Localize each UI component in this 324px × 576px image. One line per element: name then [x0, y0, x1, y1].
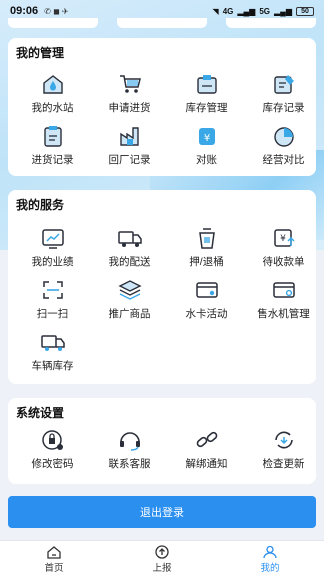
services-item-label: 待收款单 [262, 256, 305, 268]
services-item-label: 扫一扫 [36, 308, 69, 320]
management-item-label: 经营对比 [262, 154, 305, 166]
services-item-pending-payment[interactable]: ¥ 待收款单 [245, 226, 322, 272]
management-card: 我的管理 我的水站 申请进货 库存管理 库存记录 进货记录 回厂记录 ¥ 对账 … [8, 38, 316, 176]
management-item-label: 库存记录 [262, 102, 305, 114]
wifi-icon: ◥ [212, 6, 219, 16]
management-item-label: 库存管理 [185, 102, 228, 114]
settings-item-label: 联系客服 [108, 458, 151, 470]
settings-title: 系统设置 [16, 406, 65, 420]
performance-chart-icon [41, 229, 64, 249]
services-item-delivery[interactable]: 我的配送 [91, 226, 168, 272]
tab-report-label: 上报 [152, 563, 172, 574]
tab-report[interactable]: 上报 [108, 541, 216, 576]
bucket-deposit-icon [198, 228, 215, 249]
settings-item-label: 修改密码 [31, 458, 74, 470]
bottom-tab-bar: 首页 上报 我的 [0, 540, 324, 576]
management-item-label: 对账 [196, 154, 217, 166]
card-stub-right [226, 18, 316, 28]
services-item-bucket[interactable]: 押/退桶 [168, 226, 245, 272]
services-item-performance[interactable]: 我的业绩 [14, 226, 91, 272]
services-card: 我的服务 我的业绩 我的配送 押/退桶 ¥ 待收款单 扫一扫 推广商品 水卡活动… [8, 190, 316, 384]
services-item-label: 推广商品 [108, 308, 151, 320]
settings-card: 系统设置 修改密码 联系客服 解绑通知 检查更新 [8, 398, 316, 484]
settings-item-label: 检查更新 [262, 458, 305, 470]
management-item-business-compare[interactable]: 经营对比 [245, 124, 322, 170]
purchase-record-icon [43, 126, 62, 147]
vehicle-stock-icon [40, 335, 65, 351]
refresh-icon [274, 431, 293, 449]
unlink-icon [196, 431, 217, 448]
factory-return-icon [119, 127, 139, 146]
inventory-record-icon [273, 75, 294, 94]
battery-icon: 50 [296, 6, 314, 16]
user-icon [263, 545, 277, 559]
tab-home[interactable]: 首页 [0, 541, 108, 576]
management-item-inventory-record[interactable]: 库存记录 [245, 72, 322, 118]
services-item-promote[interactable]: 推广商品 [91, 278, 168, 324]
pending-payment-icon: ¥ [273, 229, 295, 247]
management-item-purchase-record[interactable]: 进货记录 [14, 124, 91, 170]
settings-item-check-update[interactable]: 检查更新 [245, 428, 322, 474]
status-time: 09:06 [10, 5, 39, 17]
services-item-label: 车辆库存 [31, 360, 74, 372]
services-item-label: 押/退桶 [189, 256, 224, 268]
notification-icons: ✆ ◼ ✈ [44, 6, 69, 16]
services-item-water-card[interactable]: 水卡活动 [168, 278, 245, 324]
signal-icon: ▂▄▆ [237, 6, 256, 16]
settings-item-change-password[interactable]: 修改密码 [14, 428, 91, 474]
services-item-label: 水卡活动 [185, 308, 228, 320]
services-item-label: 我的业绩 [31, 256, 74, 268]
services-item-label: 我的配送 [108, 256, 151, 268]
upload-icon [155, 545, 169, 559]
shopping-cart-icon [119, 75, 141, 93]
services-title: 我的服务 [16, 198, 65, 212]
scan-icon [42, 281, 63, 299]
water-card-icon [195, 282, 218, 298]
management-item-water-station[interactable]: 我的水站 [14, 72, 91, 118]
inventory-box-icon [196, 75, 217, 94]
card-stub-left [8, 18, 98, 28]
tab-mine[interactable]: 我的 [216, 541, 324, 576]
reconcile-icon: ¥ [198, 128, 215, 145]
management-item-label: 申请进货 [108, 102, 151, 114]
water-station-icon [42, 75, 63, 94]
logout-button[interactable]: 退出登录 [8, 496, 316, 528]
management-item-reconcile[interactable]: ¥ 对账 [168, 124, 245, 170]
services-item-scan[interactable]: 扫一扫 [14, 278, 91, 324]
services-item-vehicle-stock[interactable]: 车辆库存 [14, 330, 91, 376]
settings-item-label: 解绑通知 [185, 458, 228, 470]
management-item-factory-return[interactable]: 回厂记录 [91, 124, 168, 170]
network-label-2: 5G [259, 6, 271, 16]
delivery-truck-icon [117, 231, 142, 247]
lock-gear-icon [41, 430, 63, 450]
svg-text:¥: ¥ [280, 234, 286, 244]
home-icon [47, 546, 61, 559]
services-item-label: 售水机管理 [257, 308, 310, 320]
card-stub-mid [117, 18, 207, 28]
promote-stack-icon [117, 280, 142, 300]
tab-mine-label: 我的 [260, 563, 280, 574]
settings-item-contact-support[interactable]: 联系客服 [91, 428, 168, 474]
pie-chart-icon [273, 127, 294, 147]
settings-item-unbind-notify[interactable]: 解绑通知 [168, 428, 245, 474]
svg-text:¥: ¥ [203, 133, 209, 144]
management-item-label: 进货记录 [31, 154, 74, 166]
management-item-inventory[interactable]: 库存管理 [168, 72, 245, 118]
headset-icon [119, 432, 140, 451]
tab-home-label: 首页 [44, 563, 64, 574]
management-item-apply-purchase[interactable]: 申请进货 [91, 72, 168, 118]
status-right: ◥ 4G ▂▄▆ 5G ▂▄▆ 50 [212, 6, 314, 16]
signal-icon-2: ▂▄▆ [274, 6, 292, 16]
network-label: 4G [222, 6, 234, 16]
management-item-label: 回厂记录 [108, 154, 151, 166]
services-item-vending-machine[interactable]: 售水机管理 [245, 278, 322, 324]
management-title: 我的管理 [16, 46, 65, 60]
vending-machine-icon [272, 282, 295, 298]
management-item-label: 我的水站 [31, 102, 74, 114]
